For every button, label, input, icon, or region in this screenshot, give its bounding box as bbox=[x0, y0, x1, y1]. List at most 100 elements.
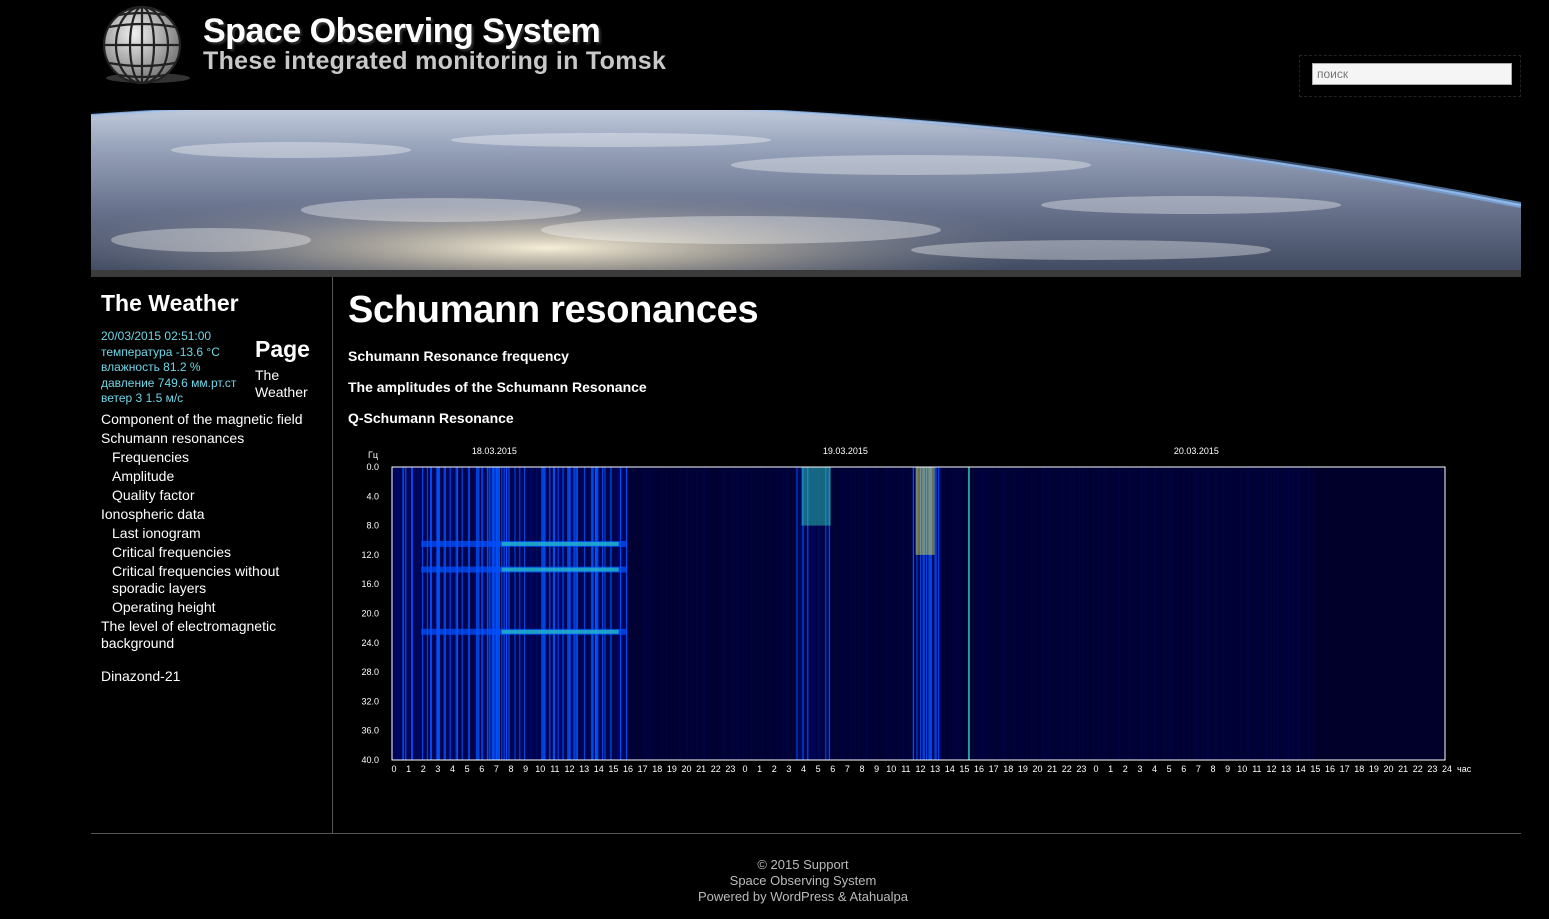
spectrogram-column bbox=[1242, 467, 1244, 760]
page-title: Schumann resonances bbox=[348, 289, 759, 331]
spectrogram-column bbox=[1233, 467, 1235, 760]
spectrogram-column bbox=[858, 467, 860, 760]
spectrogram-column bbox=[1062, 467, 1064, 760]
spectrogram-column bbox=[1040, 467, 1042, 760]
spectrogram-column bbox=[833, 467, 835, 760]
spectrogram-column bbox=[845, 467, 847, 760]
nav-item-electromagnetic-background[interactable]: The level of electromagnetic background bbox=[101, 618, 326, 652]
spectrogram-column bbox=[776, 467, 778, 760]
link-resonance-amplitudes[interactable]: The amplitudes of the Schumann Resonance bbox=[348, 379, 647, 395]
spectrogram-column bbox=[396, 467, 398, 760]
spectrogram-column bbox=[1282, 467, 1284, 760]
spectrogram-column bbox=[701, 467, 703, 760]
nav-item-quality-factor[interactable]: Quality factor bbox=[101, 487, 326, 504]
spectrogram-column bbox=[1132, 467, 1134, 760]
spectrogram-column bbox=[1025, 467, 1027, 760]
spectrogram-column bbox=[956, 467, 958, 760]
nav-item-critical-frequencies-no-sporadic[interactable]: Critical frequencies without sporadic la… bbox=[101, 563, 326, 597]
spectrogram-column bbox=[796, 467, 798, 760]
spectrogram-column bbox=[884, 467, 886, 760]
spectrogram-column bbox=[1032, 467, 1034, 760]
spectrogram-column bbox=[939, 467, 941, 760]
footer-copyright[interactable]: © 2015 Support bbox=[91, 857, 1515, 873]
spectrogram-column bbox=[597, 467, 599, 760]
spectrogram-column bbox=[904, 467, 906, 760]
spectrogram-column bbox=[726, 467, 728, 760]
spectrogram-column bbox=[1184, 467, 1186, 760]
spectrogram-column bbox=[713, 467, 715, 760]
spectrogram-column bbox=[692, 467, 694, 760]
nav-item-magnetic-field[interactable]: Component of the magnetic field bbox=[101, 411, 326, 428]
x-tick-label: 21 bbox=[696, 764, 706, 774]
spectrogram-column bbox=[722, 467, 724, 760]
search-input[interactable] bbox=[1312, 63, 1512, 85]
footer-site-name[interactable]: Space Observing System bbox=[91, 873, 1515, 889]
nav-item-ionospheric-data[interactable]: Ionospheric data bbox=[101, 506, 326, 523]
nav-item-operating-height[interactable]: Operating height bbox=[101, 599, 326, 616]
spectrogram-column bbox=[435, 467, 437, 760]
spectrogram-column bbox=[683, 467, 685, 760]
spectrogram-column bbox=[970, 467, 972, 760]
spectrogram-column bbox=[1215, 467, 1217, 760]
spectrogram-column bbox=[1119, 467, 1121, 760]
spectrogram-column bbox=[702, 467, 704, 760]
spectrogram-column bbox=[963, 467, 965, 760]
x-tick-label: 13 bbox=[930, 764, 940, 774]
spectrogram-column bbox=[1174, 467, 1176, 760]
spectrogram-column bbox=[1203, 467, 1205, 760]
spectrogram-column bbox=[1230, 467, 1232, 760]
y-tick-label: 24.0 bbox=[361, 638, 379, 648]
spectrogram-column bbox=[516, 467, 518, 760]
link-resonance-frequency[interactable]: Schumann Resonance frequency bbox=[348, 348, 569, 364]
spectrogram-column bbox=[1311, 467, 1313, 760]
page-widget-link[interactable]: The Weather bbox=[255, 367, 325, 401]
spectrogram-column bbox=[1071, 467, 1073, 760]
site-title[interactable]: Space Observing System bbox=[203, 12, 601, 51]
spectrogram-column bbox=[514, 467, 516, 760]
footer-powered-by[interactable]: Powered by WordPress & Atahualpa bbox=[91, 889, 1515, 905]
spectrogram-column bbox=[1107, 467, 1109, 760]
globe-logo-icon[interactable] bbox=[101, 5, 191, 85]
spectrogram-column bbox=[641, 467, 643, 760]
weather-datetime: 20/03/2015 02:51:00 bbox=[101, 329, 212, 343]
spectrogram-column bbox=[515, 467, 517, 760]
spectrogram-column bbox=[609, 467, 611, 760]
x-tick-label: 21 bbox=[1398, 764, 1408, 774]
spectrogram-column bbox=[425, 467, 427, 760]
nav-item-frequencies[interactable]: Frequencies bbox=[101, 449, 326, 466]
spectrogram-column bbox=[938, 467, 940, 760]
spectrogram-column bbox=[1018, 467, 1020, 760]
spectrogram-column bbox=[953, 467, 955, 760]
nav-item-schumann-resonances[interactable]: Schumann resonances bbox=[101, 430, 326, 447]
spectrogram-column bbox=[750, 467, 752, 760]
earth-horizon-image bbox=[91, 110, 1521, 272]
spectrogram-column bbox=[1089, 467, 1091, 760]
spectrogram-column bbox=[839, 467, 841, 760]
spectrogram-column bbox=[1121, 467, 1123, 760]
spectrogram-column bbox=[1122, 467, 1124, 760]
spectrogram-column bbox=[690, 467, 692, 760]
nav-item-amplitude[interactable]: Amplitude bbox=[101, 468, 326, 485]
spectrogram-column bbox=[1306, 467, 1308, 760]
x-tick-label: 2 bbox=[772, 764, 777, 774]
sidebar-nav: Component of the magnetic field Schumann… bbox=[101, 411, 326, 687]
spectrogram-column bbox=[1028, 467, 1030, 760]
spectrogram-column bbox=[1124, 467, 1126, 760]
spectrogram-column bbox=[1056, 467, 1058, 760]
spectrogram-column bbox=[714, 467, 716, 760]
spectrogram-column bbox=[1236, 467, 1238, 760]
spectrogram-column bbox=[1058, 467, 1060, 760]
spectrogram-column bbox=[428, 467, 430, 760]
spectrogram-column bbox=[1290, 467, 1292, 760]
nav-item-last-ionogram[interactable]: Last ionogram bbox=[101, 525, 326, 542]
x-tick-label: 12 bbox=[1266, 764, 1276, 774]
spectrogram-column bbox=[406, 467, 408, 760]
link-q-resonance[interactable]: Q-Schumann Resonance bbox=[348, 410, 514, 426]
y-tick-label: 36.0 bbox=[361, 726, 379, 736]
nav-item-critical-frequencies[interactable]: Critical frequencies bbox=[101, 544, 326, 561]
spectrogram-column bbox=[836, 467, 838, 760]
spectrogram-column bbox=[789, 467, 791, 760]
spectrogram-column bbox=[1245, 467, 1247, 760]
nav-item-dinazond-21[interactable]: Dinazond-21 bbox=[101, 668, 326, 685]
spectrogram-column bbox=[1118, 467, 1120, 760]
